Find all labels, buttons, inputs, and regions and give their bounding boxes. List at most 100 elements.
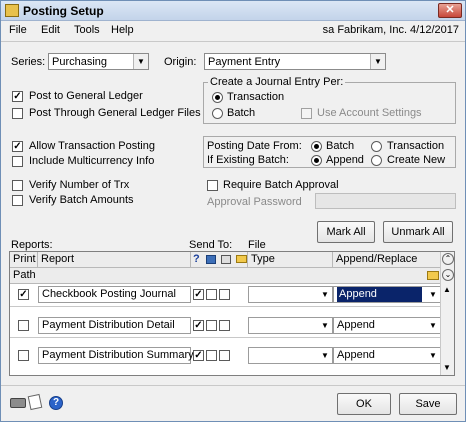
row1-send-screen-checkbox[interactable]: ✓: [193, 289, 204, 300]
help-icon[interactable]: ?: [193, 253, 200, 265]
journal-batch-radio[interactable]: [212, 108, 223, 119]
col-type-header: Type: [248, 252, 333, 268]
verify-batch-amounts-label: Verify Batch Amounts: [29, 194, 134, 206]
row1-send-file-checkbox[interactable]: [219, 289, 230, 300]
require-batch-approval-checkbox[interactable]: [207, 180, 218, 191]
chevron-down-icon: ▼: [370, 54, 385, 69]
bottom-separator: [1, 385, 465, 386]
journal-batch-label: Batch: [227, 107, 256, 119]
row1-report-name[interactable]: Checkbook Posting Journal: [38, 286, 191, 303]
row2-send-file-checkbox[interactable]: [219, 320, 230, 331]
folder-icon[interactable]: [427, 271, 439, 280]
row3-type-dropdown[interactable]: ▼: [248, 347, 333, 364]
expand-rows-icon[interactable]: ⌄: [442, 269, 454, 281]
help-icon[interactable]: ?: [49, 396, 63, 410]
col-send-to-header: ?: [191, 252, 248, 268]
include-multicurrency-label: Include Multicurrency Info: [29, 155, 155, 167]
row2-send-printer-checkbox[interactable]: [206, 320, 217, 331]
file-label: File: [248, 239, 266, 251]
scroll-up-icon[interactable]: ▲: [443, 285, 451, 294]
row-divider: [10, 337, 440, 338]
scroll-down-icon[interactable]: ▼: [443, 363, 451, 372]
row3-report-name[interactable]: Payment Distribution Summary: [38, 347, 194, 364]
row2-send-screen-checkbox[interactable]: ✓: [193, 320, 204, 331]
require-batch-approval-label: Require Batch Approval: [223, 179, 339, 191]
row3-append-dropdown[interactable]: Append ▼: [333, 347, 441, 364]
chevron-down-icon: ▼: [429, 321, 437, 330]
note-icon[interactable]: [27, 393, 43, 411]
row1-append-dropdown[interactable]: Append ▼: [333, 286, 441, 303]
row2-append-dropdown[interactable]: Append ▼: [333, 317, 441, 334]
row1-send-printer-checkbox[interactable]: [206, 289, 217, 300]
include-multicurrency-checkbox[interactable]: [12, 156, 23, 167]
mark-all-button[interactable]: Mark All: [317, 221, 375, 243]
chevron-down-icon: ▼: [321, 351, 329, 360]
existing-batch-label: If Existing Batch:: [207, 154, 289, 166]
posting-setup-window: Posting Setup ✕ File Edit Tools Help sa …: [0, 0, 466, 422]
use-account-settings-label: Use Account Settings: [317, 107, 422, 119]
use-account-settings-checkbox[interactable]: [301, 108, 312, 119]
journal-transaction-radio[interactable]: [212, 92, 223, 103]
posting-date-transaction-radio[interactable]: [371, 141, 382, 152]
origin-dropdown[interactable]: Payment Entry ▼: [204, 53, 386, 70]
row3-append-value: Append: [337, 349, 375, 361]
post-through-gl-checkbox[interactable]: [12, 108, 23, 119]
title-bar: Posting Setup ✕: [1, 1, 465, 21]
collapse-rows-icon[interactable]: ⌃: [442, 253, 454, 265]
chevron-down-icon: ▼: [321, 321, 329, 330]
chevron-down-icon: ▼: [133, 54, 148, 69]
send-to-label: Send To:: [189, 239, 233, 251]
printer-icon: [220, 254, 231, 264]
grid-scrollbar[interactable]: ⌃ ⌄ ▲ ▼: [440, 252, 454, 375]
menu-file[interactable]: File: [9, 24, 27, 36]
existing-batch-create-new-radio[interactable]: [371, 155, 382, 166]
window-icon: [5, 4, 19, 17]
series-value: Purchasing: [52, 56, 108, 68]
allow-transaction-posting-label: Allow Transaction Posting: [29, 140, 155, 152]
row3-send-file-checkbox[interactable]: [219, 350, 230, 361]
chevron-down-icon: ▼: [321, 290, 329, 299]
menu-help[interactable]: Help: [111, 24, 134, 36]
existing-batch-append-label: Append: [326, 154, 364, 166]
series-label: Series:: [11, 56, 46, 68]
row3-send-screen-checkbox[interactable]: ✓: [193, 350, 204, 361]
journal-entry-title: Create a Journal Entry Per:: [208, 76, 346, 88]
posting-date-batch-radio[interactable]: [311, 141, 322, 152]
menu-edit[interactable]: Edit: [41, 24, 60, 36]
row2-report-name[interactable]: Payment Distribution Detail: [38, 317, 191, 334]
unmark-all-button[interactable]: Unmark All: [383, 221, 453, 243]
row2-print-checkbox[interactable]: [18, 320, 29, 331]
row1-append-value: Append: [337, 287, 422, 302]
approval-password-field[interactable]: [315, 193, 456, 209]
row2-append-value: Append: [337, 319, 375, 331]
verify-number-of-trx-label: Verify Number of Trx: [29, 179, 130, 191]
post-to-gl-label: Post to General Ledger: [29, 90, 143, 102]
col-print-header: Print: [10, 252, 38, 268]
ok-button[interactable]: OK: [337, 393, 391, 415]
verify-number-of-trx-checkbox[interactable]: [12, 180, 23, 191]
menu-separator: [1, 41, 465, 42]
reports-grid: Print Report ? Type Append/Replace Path …: [9, 251, 455, 376]
row3-send-printer-checkbox[interactable]: [206, 350, 217, 361]
printer-setup-icon[interactable]: [10, 398, 26, 408]
series-dropdown[interactable]: Purchasing ▼: [48, 53, 149, 70]
save-button[interactable]: Save: [399, 393, 457, 415]
reports-label: Reports:: [11, 239, 53, 251]
allow-transaction-posting-checkbox[interactable]: ✓: [12, 141, 23, 152]
verify-batch-amounts-checkbox[interactable]: [12, 195, 23, 206]
menu-tools[interactable]: Tools: [74, 24, 100, 36]
user-company-date: sa Fabrikam, Inc. 4/12/2017: [322, 24, 459, 36]
journal-transaction-label: Transaction: [227, 91, 285, 103]
row1-print-checkbox[interactable]: ✓: [18, 289, 29, 300]
origin-value: Payment Entry: [208, 56, 281, 68]
existing-batch-create-new-label: Create New: [387, 154, 446, 166]
row3-print-checkbox[interactable]: [18, 350, 29, 361]
chevron-down-icon: ▼: [429, 290, 437, 299]
existing-batch-append-radio[interactable]: [311, 155, 322, 166]
close-window-button[interactable]: ✕: [438, 3, 462, 18]
row1-type-dropdown[interactable]: ▼: [248, 286, 333, 303]
row2-type-dropdown[interactable]: ▼: [248, 317, 333, 334]
post-to-gl-checkbox[interactable]: ✓: [12, 91, 23, 102]
origin-label: Origin:: [164, 56, 197, 68]
chevron-down-icon: ▼: [429, 351, 437, 360]
